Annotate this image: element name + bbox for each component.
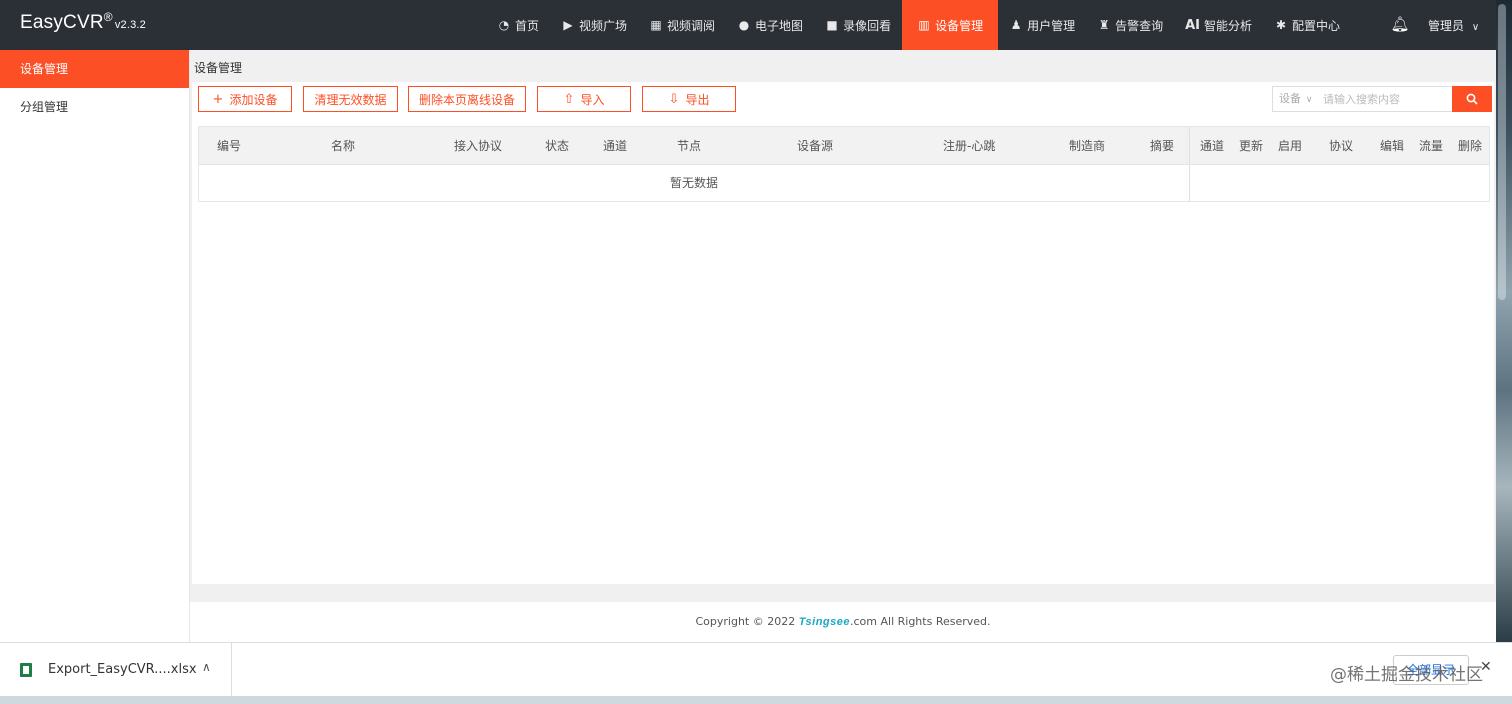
- column-header-channel[interactable]: 通道: [603, 127, 627, 165]
- column-header-summary[interactable]: 摘要: [1150, 127, 1174, 165]
- button-label: 导出: [685, 92, 710, 107]
- column-header-register-heartbeat[interactable]: 注册-心跳: [943, 127, 995, 165]
- copyright-suffix: .com All Rights Reserved.: [850, 615, 991, 628]
- column-header-name[interactable]: 名称: [331, 127, 355, 165]
- dashboard-icon: ◔: [498, 18, 510, 32]
- nav-item-user-management[interactable]: ♟ 用户管理: [998, 0, 1086, 50]
- fixed-header-edit: 编辑: [1380, 139, 1405, 153]
- user-menu[interactable]: 管理员 ∨: [1428, 17, 1479, 34]
- grid-icon: ▦: [650, 18, 662, 32]
- nav-label: 视频调阅: [667, 18, 716, 33]
- top-bar: EasyCVR®v2.3.2 ◔ 首页 ▶ 视频广场 ▦ 视频调阅 ● 电子地图 ■ 录像…: [0, 0, 1496, 50]
- nav-label: 视频广场: [579, 18, 628, 33]
- nav-label: 录像回看: [843, 18, 892, 33]
- nav-item-playback[interactable]: ■ 录像回看: [814, 0, 902, 50]
- download-item[interactable]: Export_EasyCVR....xlsx ∧: [0, 643, 232, 697]
- nav-label: 设备管理: [935, 18, 984, 33]
- column-header-status[interactable]: 状态: [545, 127, 569, 165]
- fixed-header-enable: 启用: [1278, 139, 1303, 153]
- nav-item-video-view[interactable]: ▦ 视频调阅: [638, 0, 726, 50]
- sidebar-item-device-management[interactable]: 设备管理: [0, 50, 189, 88]
- download-shelf: Export_EasyCVR....xlsx ∧ 全部显示 ✕: [0, 642, 1512, 697]
- footer: Copyright © 2022 Tsingsee.com All Rights…: [190, 602, 1496, 642]
- chevron-down-icon: ∨: [1471, 22, 1480, 33]
- download-icon: ⇩: [668, 91, 680, 107]
- button-label: 删除本页离线设备: [418, 92, 515, 107]
- clean-invalid-button[interactable]: 清理无效数据: [303, 86, 398, 112]
- export-button[interactable]: ⇩ 导出: [642, 86, 736, 112]
- user-icon: ♟: [1010, 18, 1022, 32]
- search-icon: [1466, 93, 1478, 105]
- user-name: 管理员: [1428, 19, 1465, 33]
- chevron-up-icon[interactable]: ∧: [202, 660, 211, 674]
- column-header-node[interactable]: 节点: [677, 127, 701, 165]
- device-table: 编号 名称 接入协议 状态 通道 节点 设备源 注册-心跳 制造商 摘要 通道 …: [198, 126, 1490, 202]
- registered-mark: ®: [103, 10, 113, 24]
- search-scope-value: 设备: [1279, 92, 1301, 105]
- window-bottom-edge: [0, 696, 1512, 704]
- nav-item-ai[interactable]: AI 智能分析: [1174, 0, 1263, 50]
- app-logo[interactable]: EasyCVR®v2.3.2: [20, 10, 146, 34]
- device-panel: + 添加设备 清理无效数据 删除本页离线设备 ⇧ 导入 ⇩ 导出 设备 ∨ 编号 名称: [192, 82, 1494, 634]
- empty-state: 暂无数据: [669, 176, 718, 190]
- nav-label: 用户管理: [1027, 18, 1076, 33]
- column-header-device-source[interactable]: 设备源: [797, 127, 833, 165]
- play-icon: ▶: [563, 18, 573, 32]
- button-label: 导入: [580, 92, 605, 107]
- fixed-header-traffic: 流量: [1419, 139, 1444, 153]
- horizontal-scrollbar[interactable]: [192, 584, 1494, 602]
- video-camera-icon: ■: [826, 18, 838, 32]
- nav-item-home[interactable]: ◔ 首页: [486, 0, 550, 50]
- plus-icon: +: [212, 91, 224, 107]
- main-content: 设备管理 + 添加设备 清理无效数据 删除本页离线设备 ⇧ 导入 ⇩ 导出 设备 ∨: [190, 50, 1496, 642]
- breadcrumb: 设备管理: [194, 61, 243, 75]
- chevron-down-icon: ∨: [1303, 95, 1313, 105]
- fixed-header-protocol: 协议: [1329, 139, 1354, 153]
- fixed-column-divider: [1189, 127, 1190, 201]
- delete-offline-button[interactable]: 删除本页离线设备: [408, 86, 526, 112]
- table-header: 编号 名称 接入协议 状态 通道 节点 设备源 注册-心跳 制造商 摘要 通道 …: [199, 127, 1489, 165]
- alarm-icon: ♜: [1098, 18, 1110, 32]
- main-nav: ◔ 首页 ▶ 视频广场 ▦ 视频调阅 ● 电子地图 ■ 录像回看 ▥ 设备管理 ♟ 用户管理 …: [486, 0, 1351, 50]
- search-scope-select[interactable]: 设备 ∨: [1273, 87, 1317, 111]
- nav-item-device-management[interactable]: ▥ 设备管理: [902, 0, 999, 50]
- excel-file-icon: [20, 663, 32, 677]
- import-button[interactable]: ⇧ 导入: [537, 86, 631, 112]
- ai-icon: AI: [1185, 17, 1201, 33]
- fixed-header-delete: 删除: [1458, 139, 1483, 153]
- nav-label: 智能分析: [1204, 18, 1253, 33]
- nav-item-video-square[interactable]: ▶ 视频广场: [550, 0, 638, 50]
- fixed-header-channel: 通道: [1200, 139, 1225, 153]
- add-device-button[interactable]: + 添加设备: [198, 86, 292, 112]
- bell-icon[interactable]: 🔔︎: [1390, 15, 1410, 35]
- search-box: 设备 ∨: [1272, 86, 1482, 112]
- button-label: 清理无效数据: [314, 92, 387, 107]
- vertical-scrollbar[interactable]: [1498, 4, 1506, 300]
- fixed-header-update: 更新: [1239, 139, 1264, 153]
- nav-label: 告警查询: [1115, 18, 1164, 33]
- sidebar-item-group-management[interactable]: 分组管理: [0, 88, 189, 126]
- nav-label: 电子地图: [755, 18, 804, 33]
- nav-label: 首页: [515, 18, 540, 33]
- nav-item-config[interactable]: ✱ 配置中心: [1263, 0, 1351, 50]
- upload-icon: ⇧: [563, 91, 575, 107]
- device-icon: ▥: [918, 18, 930, 32]
- button-label: 添加设备: [229, 92, 278, 107]
- watermark: @稀土掘金技术社区: [1330, 665, 1483, 685]
- column-header-protocol[interactable]: 接入协议: [454, 127, 502, 165]
- search-button[interactable]: [1452, 86, 1492, 112]
- column-header-manufacturer[interactable]: 制造商: [1069, 127, 1105, 165]
- column-header-id[interactable]: 编号: [217, 127, 241, 165]
- version-label: v2.3.2: [114, 19, 146, 31]
- map-pin-icon: ●: [738, 18, 750, 32]
- copyright-text: Copyright © 2022: [695, 615, 799, 628]
- gear-icon: ✱: [1276, 18, 1287, 32]
- download-file-name: Export_EasyCVR....xlsx: [48, 662, 197, 677]
- brand-link[interactable]: Tsingsee: [799, 616, 850, 628]
- sidebar: 设备管理 分组管理: [0, 50, 190, 642]
- nav-item-alarm[interactable]: ♜ 告警查询: [1086, 0, 1174, 50]
- logo-text: EasyCVR: [20, 12, 104, 33]
- nav-item-map[interactable]: ● 电子地图: [726, 0, 814, 50]
- nav-label: 配置中心: [1292, 18, 1341, 33]
